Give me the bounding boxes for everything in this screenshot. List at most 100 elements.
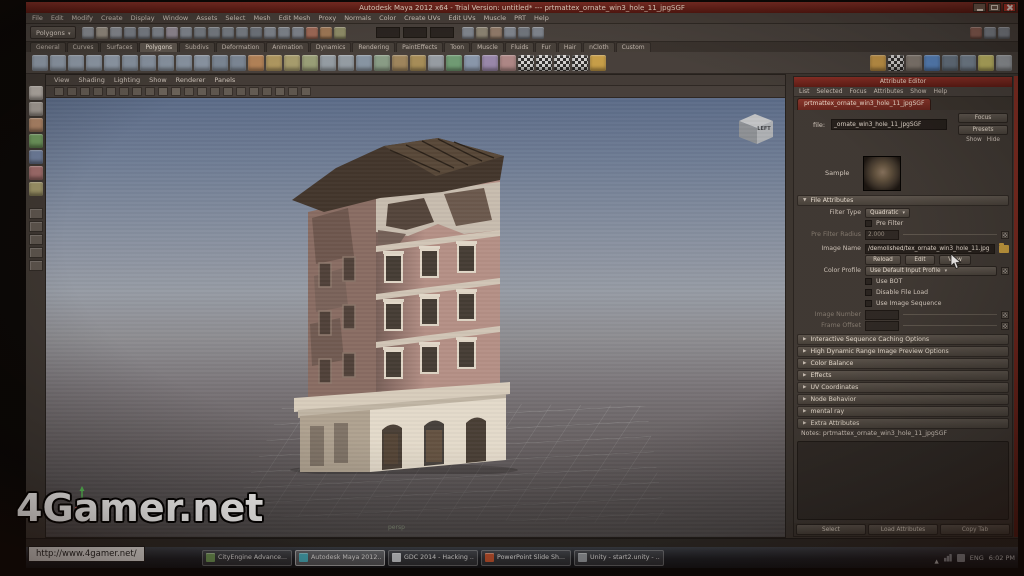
color-profile-icon[interactable] — [1001, 267, 1009, 275]
shelf-tab-rendering[interactable]: Rendering — [352, 42, 395, 52]
snap-plane-icon[interactable] — [236, 27, 248, 39]
smooth-icon[interactable] — [374, 55, 390, 71]
menu-color[interactable]: Color — [379, 14, 396, 22]
shelf-tab-muscle[interactable]: Muscle — [471, 42, 504, 52]
titlebar[interactable]: Autodesk Maya 2012 x64 - Trial Version: … — [26, 2, 1018, 13]
menu-prt[interactable]: PRT — [514, 14, 526, 22]
uv-checker-icon-3[interactable] — [554, 55, 570, 71]
shadows-icon[interactable] — [197, 87, 207, 96]
output-connections-icon[interactable] — [278, 27, 290, 39]
filter-type-dropdown[interactable]: Quadratic — [865, 208, 910, 218]
universal-manipulator-icon[interactable] — [29, 182, 43, 196]
menu-window[interactable]: Window — [163, 14, 189, 22]
sidebar-tool-settings-icon[interactable] — [984, 27, 996, 39]
texture-sample-swatch[interactable] — [863, 156, 901, 191]
shelf-tab-painteffects[interactable]: PaintEffects — [396, 42, 443, 52]
camera-attributes-icon[interactable] — [80, 87, 90, 96]
panel-menu-panels[interactable]: Panels — [214, 76, 235, 84]
resolution-gate-icon[interactable] — [301, 87, 311, 96]
separate-icon[interactable] — [338, 55, 354, 71]
shelf-tab-dynamics[interactable]: Dynamics — [310, 42, 352, 52]
poly-cone-icon[interactable] — [86, 55, 102, 71]
make-live-icon[interactable] — [250, 27, 262, 39]
shelf-tab-animation[interactable]: Animation — [266, 42, 309, 52]
shelf-tab-subdivs[interactable]: Subdivs — [179, 42, 215, 52]
mirror-geometry-icon[interactable] — [464, 55, 480, 71]
sidebar-channel-box-icon[interactable] — [998, 27, 1010, 39]
menu-assets[interactable]: Assets — [196, 14, 217, 22]
presets-button[interactable]: Presets — [958, 125, 1008, 135]
undo-icon[interactable] — [124, 27, 136, 39]
sculpt-tool-icon[interactable] — [248, 55, 264, 71]
view-cube[interactable]: LEFT — [733, 110, 777, 148]
ae-menu-help[interactable]: Help — [933, 88, 947, 95]
poly-cylinder-icon[interactable] — [68, 55, 84, 71]
shelf-checker-icon[interactable] — [888, 55, 904, 71]
isolate-select-icon[interactable] — [262, 87, 272, 96]
snap-point-icon[interactable] — [222, 27, 234, 39]
four-pane-layout-icon[interactable] — [29, 221, 43, 232]
2d-pan-zoom-icon[interactable] — [119, 87, 129, 96]
poly-pipe-icon[interactable] — [176, 55, 192, 71]
select-hierarchy-icon[interactable] — [152, 27, 164, 39]
shelf-tab-curves[interactable]: Curves — [67, 42, 100, 52]
panel-menu-view[interactable]: View — [54, 76, 69, 84]
poly-pyramid-icon[interactable] — [158, 55, 174, 71]
boolean-union-icon[interactable] — [356, 55, 372, 71]
snap-grid-icon[interactable] — [194, 27, 206, 39]
image-plane-icon[interactable] — [106, 87, 116, 96]
ramp-texture-icon[interactable] — [590, 55, 606, 71]
wireframe-icon[interactable] — [145, 87, 155, 96]
uv-checker-icon-1[interactable] — [518, 55, 534, 71]
tray-expand-icon[interactable] — [935, 548, 939, 567]
focus-button[interactable]: Focus — [958, 113, 1008, 123]
uv-checker-icon-4[interactable] — [572, 55, 588, 71]
persp-graph-layout-icon[interactable] — [29, 247, 43, 258]
shaded-icon[interactable] — [158, 87, 168, 96]
file-name-input[interactable]: _ornate_win3_hole_11_jpgSGF — [831, 119, 947, 130]
shelf-light-icon[interactable] — [978, 55, 994, 71]
menu-file[interactable]: File — [32, 14, 43, 22]
menu-proxy[interactable]: Proxy — [318, 14, 336, 22]
depth-of-field-icon[interactable] — [249, 87, 259, 96]
shelf-camera-icon[interactable] — [996, 55, 1012, 71]
input-connections-icon[interactable] — [264, 27, 276, 39]
open-scene-icon[interactable] — [96, 27, 108, 39]
shelf-tab-surfaces[interactable]: Surfaces — [100, 42, 138, 52]
scale-tool-icon[interactable] — [29, 166, 43, 180]
frame-offset-input[interactable] — [865, 321, 899, 331]
use-image-sequence-checkbox[interactable] — [865, 300, 872, 307]
panel-edge-strip[interactable] — [1014, 76, 1018, 537]
select-tool-icon[interactable] — [29, 86, 43, 100]
shelf-file-texture-icon[interactable] — [924, 55, 940, 71]
menu-edit-uvs[interactable]: Edit UVs — [448, 14, 475, 22]
volume-icon[interactable] — [957, 554, 965, 562]
section-file-attributes[interactable]: File Attributes — [797, 195, 1009, 206]
select-camera-icon[interactable] — [54, 87, 64, 96]
reload-button[interactable]: Reload — [865, 255, 901, 265]
poly-helix-icon[interactable] — [194, 55, 210, 71]
poly-torus-icon[interactable] — [122, 55, 138, 71]
menu-mesh[interactable]: Mesh — [253, 14, 270, 22]
crease-tool-icon[interactable] — [482, 55, 498, 71]
section-node-behavior[interactable]: Node Behavior — [797, 394, 1009, 405]
hide-link[interactable]: Hide — [987, 137, 1000, 143]
render-settings-icon[interactable] — [334, 27, 346, 39]
section-extra-attributes[interactable]: Extra Attributes — [797, 418, 1009, 429]
folder-browse-icon[interactable] — [999, 245, 1009, 253]
map-button-icon[interactable] — [1001, 231, 1009, 239]
taskbar-autodesk-maya-2012[interactable]: Autodesk Maya 2012... — [295, 550, 385, 566]
shelf-tab-fluids[interactable]: Fluids — [505, 42, 535, 52]
paint-select-tool-icon[interactable] — [29, 118, 43, 132]
menu-create-uvs[interactable]: Create UVs — [404, 14, 440, 22]
edit-button[interactable]: Edit — [905, 255, 935, 265]
redo-icon[interactable] — [138, 27, 150, 39]
lighting-icon[interactable] — [184, 87, 194, 96]
section-high-dynamic-range-image-preview-options[interactable]: High Dynamic Range Image Preview Options — [797, 346, 1009, 357]
ae-node-tab[interactable]: prtmattex_ornate_win3_hole_11_jpgSGF — [797, 98, 931, 110]
lock-camera-icon[interactable] — [67, 87, 77, 96]
shelf-tab-deformation[interactable]: Deformation — [216, 42, 265, 52]
language-indicator[interactable]: ENG — [970, 554, 984, 562]
disable-file-load-checkbox[interactable] — [865, 289, 872, 296]
panel-menu-renderer[interactable]: Renderer — [176, 76, 206, 84]
